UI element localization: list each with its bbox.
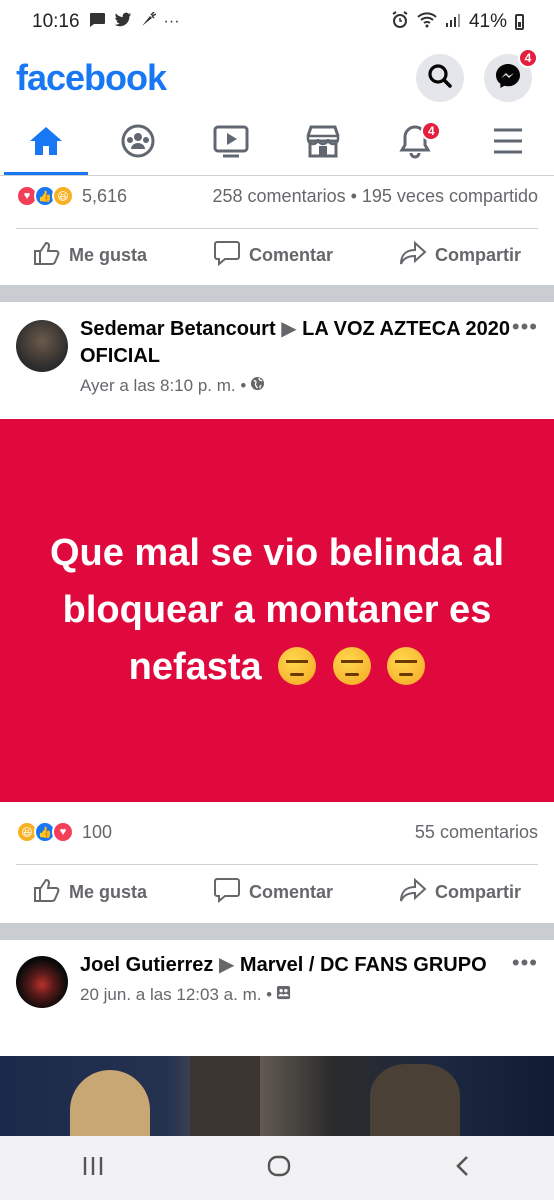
battery-icon xyxy=(515,14,524,30)
avatar[interactable] xyxy=(16,320,68,372)
share-label: Compartir xyxy=(434,244,521,265)
recents-icon[interactable] xyxy=(81,1155,105,1182)
groups-icon xyxy=(120,123,156,164)
menu-icon xyxy=(492,127,524,160)
message-icon xyxy=(88,12,106,33)
search-icon xyxy=(427,63,453,94)
signal-icon xyxy=(445,12,461,33)
more-options-icon[interactable]: ••• xyxy=(512,952,538,1008)
more-options-icon[interactable]: ••• xyxy=(512,316,538,396)
comments-count[interactable]: 55 comentarios xyxy=(415,822,538,843)
tab-groups[interactable] xyxy=(92,112,184,175)
arrow-right-icon: ▶ xyxy=(218,954,235,976)
feed-separator xyxy=(0,923,554,940)
author-name[interactable]: Joel Gutierrez xyxy=(80,954,213,976)
post-photo[interactable] xyxy=(0,1056,554,1136)
photo-figure xyxy=(190,1056,260,1136)
reaction-icons[interactable]: 😆 👍 ♥ xyxy=(16,821,74,843)
marketplace-icon xyxy=(305,124,341,163)
group-members-icon xyxy=(276,985,291,1005)
home-icon xyxy=(28,125,64,162)
post-title: Joel Gutierrez ▶ Marvel / DC FANS GRUPO xyxy=(80,952,512,979)
wifi-icon xyxy=(417,11,437,33)
post-header: Joel Gutierrez ▶ Marvel / DC FANS GRUPO … xyxy=(16,952,538,1008)
reactions-count[interactable]: 100 xyxy=(82,822,112,843)
tab-watch[interactable] xyxy=(185,112,277,175)
arrow-right-icon: ▶ xyxy=(281,318,297,340)
tab-marketplace[interactable] xyxy=(277,112,369,175)
comment-label: Comentar xyxy=(248,881,333,902)
alarm-icon xyxy=(391,10,409,34)
tab-home[interactable] xyxy=(0,112,92,175)
post-time[interactable]: Ayer a las 8:10 p. m. • xyxy=(80,376,246,396)
angry-emoji-icon xyxy=(278,647,317,685)
main-nav: 4 xyxy=(0,112,554,176)
haha-reaction-icon: 😆 xyxy=(52,185,74,207)
comment-button[interactable]: Comentar xyxy=(213,877,333,908)
app-header: facebook 4 xyxy=(0,44,554,112)
tab-notifications[interactable]: 4 xyxy=(369,112,461,175)
prev-post-actions: Me gusta Comentar Compartir xyxy=(0,230,554,280)
like-button[interactable]: Me gusta xyxy=(33,877,147,908)
twitter-icon xyxy=(114,12,132,33)
reactions-count[interactable]: 5,616 xyxy=(82,186,127,207)
post-time[interactable]: 20 jun. a las 12:03 a. m. • xyxy=(80,985,272,1005)
post-actions: Me gusta Comentar Compartir xyxy=(0,867,554,917)
share-label: Compartir xyxy=(434,881,521,902)
reaction-icons[interactable]: ♥ 👍 😆 xyxy=(16,185,74,207)
share-icon xyxy=(399,240,427,271)
tab-menu[interactable] xyxy=(462,112,554,175)
facebook-logo[interactable]: facebook xyxy=(16,57,167,99)
share-icon xyxy=(399,877,427,908)
notifications-badge: 4 xyxy=(421,121,442,141)
share-button[interactable]: Compartir xyxy=(399,877,521,908)
photo-figure xyxy=(70,1070,150,1136)
comment-icon xyxy=(213,240,241,271)
divider xyxy=(16,864,538,865)
author-name[interactable]: Sedemar Betancourt xyxy=(80,318,276,340)
like-button[interactable]: Me gusta xyxy=(33,240,147,271)
messenger-badge: 4 xyxy=(518,48,538,68)
comment-button[interactable]: Comentar xyxy=(213,240,333,271)
status-text-body: Que mal se vio belinda al bloquear a mon… xyxy=(49,532,505,688)
post-stats[interactable]: 258 comentarios • 195 veces compartido xyxy=(213,186,538,207)
globe-icon xyxy=(250,376,265,396)
avatar[interactable] xyxy=(16,956,68,1008)
clock: 10:16 xyxy=(32,11,80,32)
share-button[interactable]: Compartir xyxy=(399,240,521,271)
post-title: Sedemar Betancourt ▶ LA VOZ AZTECA 2020 … xyxy=(80,316,512,370)
angry-emoji-icon xyxy=(387,647,426,685)
messenger-button[interactable]: 4 xyxy=(484,48,538,102)
status-bar: 10:16 ··· 41% xyxy=(0,0,554,44)
group-name[interactable]: Marvel / DC FANS GRUPO xyxy=(240,954,487,976)
battery-percent: 41% xyxy=(468,11,507,32)
carrot-icon xyxy=(140,10,156,33)
comment-label: Comentar xyxy=(248,244,333,265)
angry-emoji-icon xyxy=(332,647,371,685)
more-notifications: ··· xyxy=(163,13,180,30)
like-label: Me gusta xyxy=(68,881,147,902)
watch-icon xyxy=(213,124,249,163)
messenger-icon xyxy=(494,62,522,95)
love-reaction-icon: ♥ xyxy=(52,821,74,843)
home-nav-icon[interactable] xyxy=(266,1154,292,1183)
post-header: Sedemar Betancourt ▶ LA VOZ AZTECA 2020 … xyxy=(16,316,538,396)
like-label: Me gusta xyxy=(68,244,147,265)
prev-post-reactions: ♥ 👍 😆 5,616 258 comentarios • 195 veces … xyxy=(0,176,554,216)
feed-separator xyxy=(0,285,554,302)
status-text: Que mal se vio belinda al bloquear a mon… xyxy=(30,525,524,696)
like-icon xyxy=(33,240,61,271)
post-reactions: 😆 👍 ♥ 100 55 comentarios xyxy=(0,812,554,852)
photo-figure xyxy=(370,1064,460,1136)
system-navigation-bar xyxy=(0,1136,554,1200)
comment-icon xyxy=(213,877,241,908)
status-post-card[interactable]: Que mal se vio belinda al bloquear a mon… xyxy=(0,419,554,802)
like-icon xyxy=(33,877,61,908)
divider xyxy=(16,228,538,229)
back-icon[interactable] xyxy=(453,1154,473,1183)
search-button[interactable] xyxy=(416,54,464,102)
